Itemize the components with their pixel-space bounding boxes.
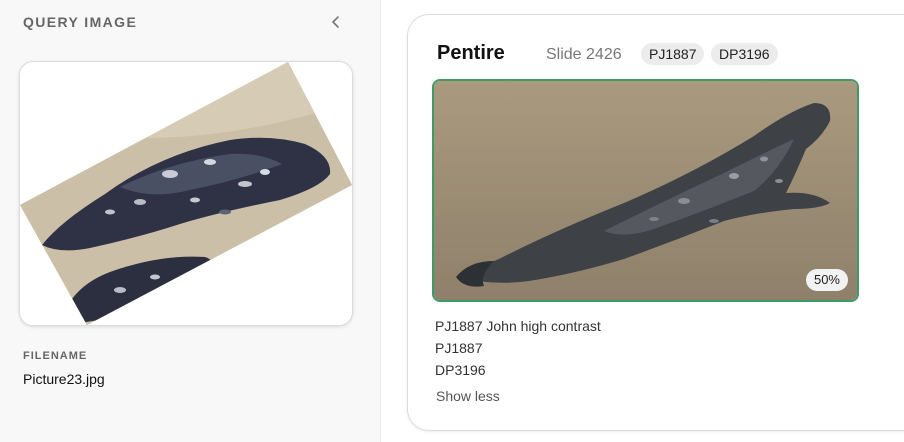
- match-title: Pentire: [437, 42, 505, 64]
- tag-chip[interactable]: DP3196: [711, 43, 778, 65]
- filename-value: Picture23.jpg: [23, 371, 105, 387]
- chevron-left-icon: [332, 16, 339, 28]
- zoom-badge: 50%: [805, 269, 848, 291]
- query-image-card[interactable]: [19, 61, 353, 326]
- query-panel: QUERY IMAGE FILENAME Picture23.jpg: [0, 0, 381, 442]
- match-image[interactable]: 50%: [432, 79, 859, 302]
- query-panel-title: QUERY IMAGE: [23, 14, 138, 30]
- show-less-link[interactable]: Show less: [436, 388, 500, 404]
- match-detail-line: DP3196: [435, 362, 486, 378]
- collapse-panel-button[interactable]: [326, 12, 346, 32]
- query-image: [20, 62, 352, 325]
- slide-number: Slide 2426: [546, 46, 622, 63]
- tag-chip[interactable]: PJ1887: [641, 43, 705, 65]
- filename-label: FILENAME: [23, 350, 88, 362]
- seal-photo: [434, 81, 857, 300]
- match-detail-line: PJ1887 John high contrast: [435, 318, 601, 334]
- match-detail-line: PJ1887: [435, 340, 483, 356]
- match-card: Pentire Slide 2426 PJ1887 DP3196 50% PJ1…: [407, 14, 904, 431]
